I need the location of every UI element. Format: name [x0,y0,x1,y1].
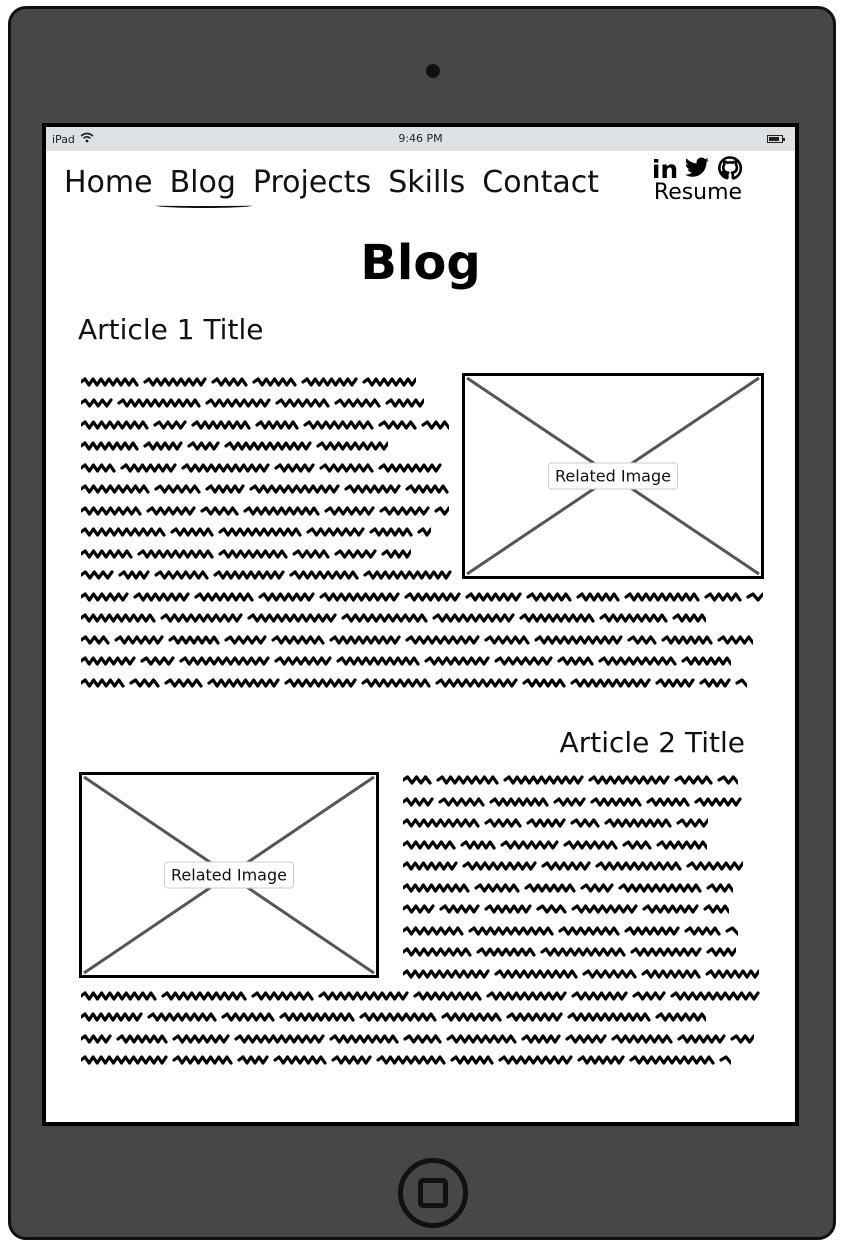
image-label: Related Image [164,861,294,889]
device-screen: iPad 9:46 PM Home Blog Projects Skills C… [42,123,799,1126]
text-scribble [403,796,747,808]
text-scribble [81,440,388,452]
nav-home[interactable]: Home [64,165,153,200]
page-title: Blog [360,235,481,291]
nav-skills[interactable]: Skills [388,165,465,200]
text-scribble [81,1011,706,1023]
article-1-title: Article 1 Title [78,313,264,346]
social-links: in Resume [648,156,748,207]
camera-dot [426,64,440,78]
text-scribble [81,591,763,603]
article-2-image: Related Image [79,772,379,978]
status-bar: iPad 9:46 PM [46,127,795,151]
text-scribble [403,925,738,937]
article-2-title: Article 2 Title [559,726,745,759]
text-scribble [81,612,706,624]
text-scribble [403,882,733,894]
text-scribble [81,1033,754,1045]
text-scribble [81,634,753,646]
text-scribble [81,483,461,495]
home-button[interactable] [398,1158,468,1228]
text-scribble [403,903,729,915]
text-scribble [81,462,446,474]
text-scribble [403,968,759,980]
text-scribble [81,548,411,560]
text-scribble [81,990,764,1002]
image-label: Related Image [548,462,678,490]
battery-icon [767,135,785,143]
article-1-image: Related Image [462,373,764,579]
text-scribble [403,839,707,851]
text-scribble [81,397,424,409]
text-scribble [403,946,736,958]
text-scribble [81,376,416,388]
text-scribble [81,569,462,581]
main-nav: Home Blog Projects Skills Contact [64,165,599,208]
nav-blog[interactable]: Blog [155,165,253,208]
status-time: 9:46 PM [398,132,443,145]
text-scribble [403,774,738,786]
resume-link[interactable]: Resume [648,182,748,204]
text-scribble [81,655,731,667]
text-scribble [403,860,743,872]
text-scribble [81,1054,731,1066]
nav-contact[interactable]: Contact [482,165,599,200]
text-scribble [81,419,449,431]
text-scribble [81,505,449,517]
text-scribble [81,677,747,689]
text-scribble [81,526,431,538]
text-scribble [403,817,708,829]
nav-projects[interactable]: Projects [253,165,371,200]
